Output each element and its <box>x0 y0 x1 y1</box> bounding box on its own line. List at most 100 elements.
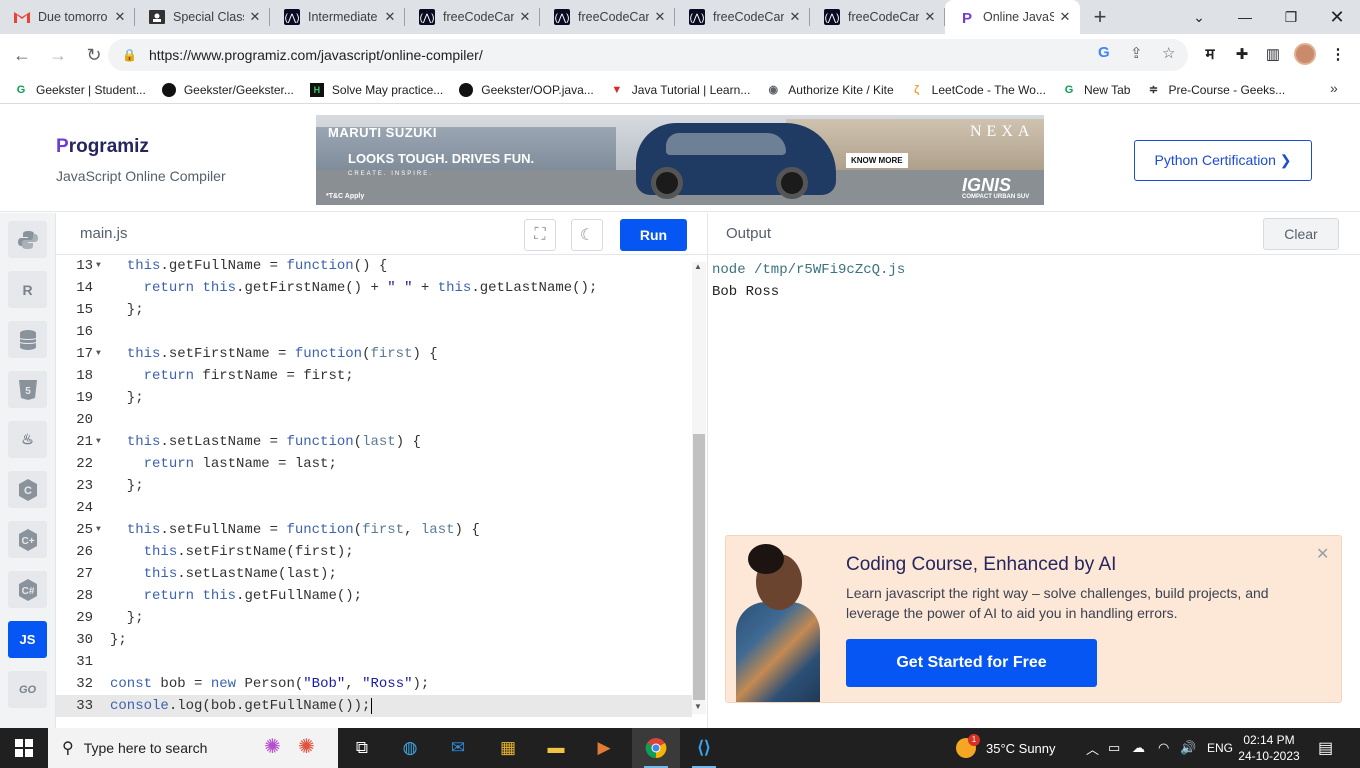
dark-mode-icon[interactable]: ☾ <box>571 219 603 251</box>
code-line[interactable]: 14 return this.getFirstName() + " " + th… <box>56 277 692 299</box>
browser-tab[interactable]: (⋀) Intermediate ✕ <box>270 0 405 34</box>
file-tab-main-js[interactable]: main.js <box>80 225 128 242</box>
code-line[interactable]: 28 return this.getFullName(); <box>56 585 692 607</box>
scrollbar-thumb[interactable] <box>693 434 705 700</box>
taskbar-clock[interactable]: 02:14 PM 24-10-2023 <box>1238 732 1300 764</box>
code-line[interactable]: 27 this.setLastName(last); <box>56 563 692 585</box>
browser-tab[interactable]: P Online JavaS ✕ <box>945 0 1080 34</box>
fold-arrow-icon[interactable]: ▼ <box>96 343 101 365</box>
language-indicator[interactable]: ENG <box>1207 728 1233 768</box>
browser-tab[interactable]: (⋀) freeCodeCan ✕ <box>405 0 540 34</box>
new-tab-button[interactable]: + <box>1080 0 1120 34</box>
notifications-icon[interactable]: ▤ <box>1318 728 1333 768</box>
code-line[interactable]: 25 ▼ this.setFullName = function(first, l… <box>56 519 692 541</box>
browser-tab[interactable]: Special Class ✕ <box>135 0 270 34</box>
code-line[interactable]: 19 }; <box>56 387 692 409</box>
google-lens-icon[interactable]: G <box>1098 44 1110 61</box>
code-line[interactable]: 21 ▼ this.setLastName = function(last) { <box>56 431 692 453</box>
fullscreen-icon[interactable]: ⛶ <box>524 219 556 251</box>
programiz-logo[interactable]: Programiz <box>56 136 149 158</box>
fold-arrow-icon[interactable]: ▼ <box>96 431 101 453</box>
javascript-language-button[interactable]: JS <box>8 621 47 658</box>
reload-icon[interactable]: ↻ <box>78 39 110 71</box>
more-bookmarks-icon[interactable]: » <box>1330 80 1338 96</box>
run-button[interactable]: Run <box>620 219 687 251</box>
cloud-icon[interactable]: ☁ <box>1132 728 1145 768</box>
task-view-icon[interactable]: ⧉ <box>338 728 386 768</box>
close-tab-icon[interactable]: ✕ <box>788 9 802 25</box>
profile-avatar[interactable] <box>1291 40 1319 68</box>
bookmark-item[interactable]: G Geekster | Student... <box>14 83 146 97</box>
tab-search-icon[interactable]: ⌄ <box>1176 0 1222 34</box>
address-bar[interactable]: 🔒 https://www.programiz.com/javascript/o… <box>108 39 1188 71</box>
bookmark-item[interactable]: Geekster/OOP.java... <box>459 82 594 97</box>
python-certification-button[interactable]: Python Certification ❯ <box>1134 140 1312 181</box>
url-text[interactable]: https://www.programiz.com/javascript/onl… <box>149 47 483 63</box>
code-line[interactable]: 23 }; <box>56 475 692 497</box>
code-editor[interactable]: 13 ▼ this.getFullName = function() {14 re… <box>56 255 692 719</box>
bookmark-item[interactable]: ≑ Pre-Course - Geeks... <box>1146 83 1285 97</box>
ad-know-more[interactable]: KNOW MORE <box>846 153 908 168</box>
battery-icon[interactable]: ▭ <box>1108 728 1120 768</box>
show-hidden-icons[interactable]: ︿ <box>1086 728 1099 768</box>
bookmark-item[interactable]: ◉ Authorize Kite / Kite <box>766 83 893 97</box>
menu-icon[interactable]: ⋮ <box>1324 40 1352 68</box>
weather-widget[interactable]: 1 35°C Sunny <box>956 728 1056 768</box>
code-line[interactable]: 26 this.setFirstName(first); <box>56 541 692 563</box>
mail-icon[interactable]: ✉ <box>434 728 482 768</box>
scroll-down-icon[interactable]: ▼ <box>694 702 702 711</box>
file-explorer-icon[interactable]: ▬ <box>532 728 580 768</box>
back-icon[interactable]: ← <box>6 39 38 71</box>
code-line[interactable]: 24 <box>56 497 692 519</box>
ad-banner[interactable]: MARUTI SUZUKI LOOKS TOUGH. DRIVES FUN. C… <box>316 115 1044 205</box>
html5-icon[interactable]: 5 <box>8 371 47 408</box>
code-line[interactable]: 31 <box>56 651 692 673</box>
code-line[interactable]: 30}; <box>56 629 692 651</box>
clear-button[interactable]: Clear <box>1263 218 1339 250</box>
browser-tab[interactable]: Due tomorro ✕ <box>0 0 135 34</box>
store-icon[interactable]: ▦ <box>484 728 532 768</box>
side-panel-icon[interactable]: ▥ <box>1259 40 1287 68</box>
code-line[interactable]: 17 ▼ this.setFirstName = function(first) … <box>56 343 692 365</box>
translate-extension-icon[interactable]: म <box>1196 40 1224 68</box>
close-tab-icon[interactable]: ✕ <box>383 9 397 25</box>
get-started-button[interactable]: Get Started for Free <box>846 639 1097 687</box>
code-line[interactable]: 20 <box>56 409 692 431</box>
bookmark-item[interactable]: Geekster/Geekster... <box>161 82 294 97</box>
cpp-icon[interactable]: C+ <box>8 521 47 558</box>
bookmark-item[interactable]: H Solve May practice... <box>309 82 443 97</box>
fold-arrow-icon[interactable]: ▼ <box>96 519 101 541</box>
code-line[interactable]: 13 ▼ this.getFullName = function() { <box>56 255 692 277</box>
close-tab-icon[interactable]: ✕ <box>248 9 262 25</box>
python-icon[interactable] <box>8 221 47 258</box>
wifi-icon[interactable]: ◠ <box>1158 728 1169 768</box>
fold-arrow-icon[interactable]: ▼ <box>96 255 101 277</box>
taskbar-search[interactable]: ⚲ Type here to search ✺ ✺ <box>48 728 338 768</box>
chrome-icon[interactable] <box>632 728 680 768</box>
close-icon[interactable]: ✕ <box>1316 544 1329 564</box>
browser-tab[interactable]: (⋀) freeCodeCan ✕ <box>810 0 945 34</box>
windows-start-icon[interactable] <box>0 728 48 768</box>
editor-scrollbar[interactable]: ▲ ▼ <box>692 262 706 714</box>
browser-tab[interactable]: (⋀) freeCodeCan ✕ <box>540 0 675 34</box>
code-line[interactable]: 29 }; <box>56 607 692 629</box>
vscode-icon[interactable]: ⟨⟩ <box>680 728 728 768</box>
code-line[interactable]: 32 const bob = new Person("Bob", "Ross"); <box>56 673 692 695</box>
code-line[interactable]: 15 }; <box>56 299 692 321</box>
close-window-button[interactable]: ✕ <box>1314 0 1360 34</box>
close-tab-icon[interactable]: ✕ <box>653 9 667 25</box>
forward-icon[interactable]: → <box>42 39 74 71</box>
volume-icon[interactable]: 🔊 <box>1180 728 1196 768</box>
restore-button[interactable]: ❐ <box>1268 0 1314 34</box>
share-icon[interactable]: ⇪ <box>1130 44 1143 62</box>
pane-divider[interactable] <box>707 213 708 728</box>
bookmark-item[interactable]: ζ LeetCode - The Wo... <box>910 83 1046 97</box>
media-player-icon[interactable]: ▶ <box>580 728 628 768</box>
code-line[interactable]: 22 return lastName = last; <box>56 453 692 475</box>
close-tab-icon[interactable]: ✕ <box>1058 9 1072 25</box>
close-tab-icon[interactable]: ✕ <box>113 9 127 25</box>
edge-icon[interactable]: ◍ <box>386 728 434 768</box>
code-line[interactable]: 33 console.log(bob.getFullName()); <box>56 695 692 717</box>
java-icon[interactable]: ♨ <box>8 421 47 458</box>
r-icon[interactable]: R <box>8 271 47 308</box>
